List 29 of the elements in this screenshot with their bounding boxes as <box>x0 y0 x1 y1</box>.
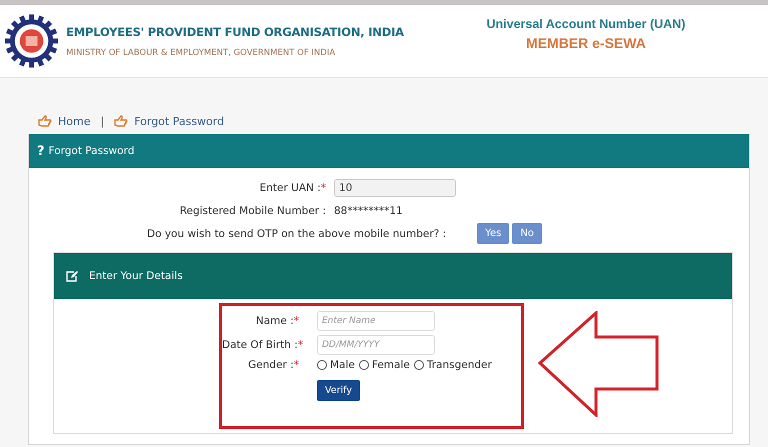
uan-field[interactable]: 10 <box>334 179 456 197</box>
gender-radio[interactable]: Male <box>317 359 355 371</box>
edit-icon <box>66 270 79 282</box>
breadcrumb-link[interactable]: Forgot Password <box>134 114 224 128</box>
pointing-hand-icon <box>114 115 128 127</box>
verify-button[interactable]: Verify <box>317 380 360 401</box>
gender-radio[interactable]: Female <box>358 359 410 371</box>
text-field[interactable]: DD/MM/YYYY <box>317 335 435 355</box>
gender-radio[interactable]: Transgender <box>414 359 492 371</box>
field-label: Registered Mobile Number : <box>178 205 327 217</box>
portal-title: Universal Account Number (UAN) <box>486 17 686 31</box>
organisation-name: EMPLOYEES' PROVIDENT FUND ORGANISATION, INDIA <box>66 24 404 38</box>
arrow-icon <box>538 311 660 417</box>
portal-subtitle: MEMBER e-SEWA <box>526 35 646 51</box>
panel-title: Forgot Password <box>48 145 134 157</box>
breadcrumb-separator: | <box>100 114 104 128</box>
pointing-hand-icon <box>38 115 52 127</box>
question-icon: ? <box>37 144 45 158</box>
text-field[interactable]: Enter Name <box>317 311 435 331</box>
field-label: Name :* <box>254 315 300 327</box>
breadcrumb-link[interactable]: Home <box>58 114 90 128</box>
details-title: Enter Your Details <box>89 270 183 282</box>
field-label: Enter UAN :* <box>258 182 327 194</box>
emblem-logo-icon <box>5 14 58 68</box>
ministry-name: MINISTRY OF LABOUR & EMPLOYMENT, GOVERNMENT OF INDIA <box>66 48 336 58</box>
field-label: Gender :* <box>247 359 300 371</box>
field-label: Date Of Birth :* <box>222 339 304 351</box>
mobile-number: 88********11 <box>334 205 404 217</box>
otp-question: Do you wish to send OTP on the above mobile number? : <box>147 228 448 240</box>
